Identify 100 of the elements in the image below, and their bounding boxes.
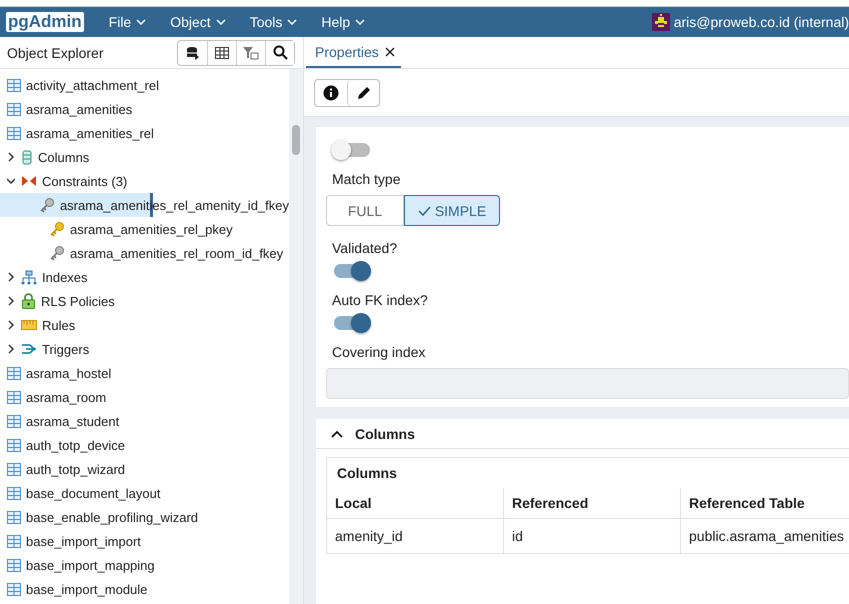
tree-item[interactable]: asrama_hostel [0, 361, 289, 385]
properties-tab[interactable]: Properties [306, 44, 401, 68]
tree-item-label: base_import_module [26, 582, 148, 596]
tree-item-label: activity_attachment_rel [26, 78, 159, 92]
tree-item[interactable]: base_document_layout [0, 481, 289, 505]
info-icon [323, 84, 339, 100]
toggle-switch[interactable] [334, 316, 370, 330]
toggle-switch[interactable] [334, 264, 370, 278]
table-cell: id [504, 519, 681, 553]
menu-item[interactable]: Tools [250, 14, 298, 30]
tree-item[interactable]: base_import_mapping [0, 553, 289, 577]
chevron-down-icon [136, 19, 146, 25]
tree-item-label: RLS Policies [41, 294, 115, 308]
tree-item-label: asrama_hostel [26, 366, 112, 380]
tree-item-label: asrama_amenities_rel_room_id_fkey [70, 246, 284, 260]
tree-item-label: base_enable_profiling_wizard [26, 510, 198, 524]
table-icon [7, 366, 21, 380]
segment-option[interactable]: SIMPLE [404, 195, 500, 226]
tree-item[interactable]: Rules [0, 313, 289, 337]
table-icon [7, 510, 21, 524]
toggle-switch[interactable] [334, 143, 370, 157]
expand-chevron-icon[interactable] [7, 296, 15, 306]
ruler-icon [21, 320, 37, 330]
table-cell-text: public.asrama_amenities [688, 527, 845, 546]
check-icon [418, 206, 431, 216]
close-icon[interactable] [384, 47, 395, 57]
table-icon [7, 414, 21, 428]
chevron-down-icon [216, 19, 226, 25]
key-icon [38, 197, 55, 213]
constraints-icon [21, 175, 37, 187]
tree-item[interactable]: base_import_module [0, 577, 289, 601]
tree-item-label: auth_totp_device [26, 438, 126, 452]
columns-icon [21, 150, 33, 164]
table-icon [7, 102, 21, 116]
key-icon [49, 221, 65, 237]
table-icon [7, 438, 21, 452]
table-icon [7, 390, 21, 404]
section-title: Columns [355, 426, 415, 442]
tree-item-label: asrama_student [26, 414, 120, 428]
chevron-down-icon [355, 19, 366, 25]
tree-item-label: auth_totp_wizard [26, 462, 126, 476]
expand-chevron-icon[interactable] [7, 344, 15, 354]
field-label: Validated? [332, 240, 398, 256]
table-icon [7, 558, 21, 572]
app-logo: pgAdmin [6, 12, 84, 32]
expand-chevron-icon[interactable] [7, 320, 15, 330]
tree-item-label: asrama_amenities_rel [26, 126, 154, 140]
tree-item-label: base_document_layout [26, 486, 160, 500]
tree-item[interactable]: base_import_import [0, 529, 289, 553]
tree-item-label: Triggers [42, 342, 90, 356]
tree-item[interactable]: auth_totp_device [0, 433, 289, 457]
column-header: Referenced Table [688, 494, 806, 513]
menu-item[interactable]: File [108, 14, 146, 30]
panel-title: Object Explorer [7, 44, 104, 60]
tree-item[interactable]: Columns [0, 145, 289, 169]
tree-item[interactable]: asrama_amenities_rel [0, 121, 289, 145]
menu-item[interactable]: Object [170, 14, 226, 30]
expand-chevron-icon[interactable] [7, 272, 15, 282]
user-label[interactable]: aris@proweb.co.id (internal) [674, 14, 849, 30]
avatar-icon [652, 13, 670, 31]
expand-chevron-icon[interactable] [7, 176, 15, 186]
segment-option[interactable]: FULL [326, 195, 404, 226]
tree-item-label: Rules [42, 318, 76, 332]
tree-item-label: asrama_amenities [26, 102, 132, 116]
tree-item-label: base_import_mapping [26, 558, 155, 572]
tree-item[interactable]: asrama_amenities [0, 97, 289, 121]
table-title: Columns [336, 464, 398, 483]
tree-item[interactable]: Constraints (3) [0, 169, 289, 193]
column-header: Referenced [504, 488, 681, 518]
tree-item-label: asrama_room [26, 390, 106, 404]
tree-item[interactable]: asrama_amenities_rel_pkey [0, 217, 289, 241]
tree-item[interactable]: Triggers [0, 337, 289, 361]
tree-item[interactable]: RLS Policies [0, 289, 289, 313]
collapse-chevron-icon[interactable] [331, 430, 343, 438]
field-label: Match type [332, 171, 402, 187]
tree-item[interactable]: asrama_room [0, 385, 289, 409]
tree-item[interactable]: base_enable_profiling_wizard [0, 505, 289, 529]
table-icon [7, 462, 21, 476]
tree-item-label: Indexes [42, 270, 88, 284]
search-icon[interactable] [265, 40, 294, 64]
hierarchy-icon [21, 270, 37, 284]
edit-button[interactable] [347, 80, 379, 106]
menu-item[interactable]: Help [321, 14, 366, 30]
table-icon [7, 486, 21, 500]
table-icon [7, 582, 21, 596]
scrollbar-thumb[interactable] [292, 125, 300, 155]
arrows-icon [21, 342, 37, 356]
tree-item-label: base_import_import [26, 534, 141, 548]
tree-item[interactable]: Indexes [0, 265, 289, 289]
field-label: Covering index [332, 344, 426, 360]
column-header: Local [327, 488, 504, 518]
tree-item[interactable]: activity_attachment_rel [0, 73, 289, 97]
expand-chevron-icon[interactable] [7, 152, 15, 162]
tree-item[interactable]: auth_totp_wizard [0, 457, 289, 481]
chevron-down-icon [287, 19, 298, 25]
field-label: Auto FK index? [332, 292, 429, 308]
tree-item[interactable]: asrama_amenities_rel_room_id_fkey [0, 241, 289, 265]
table-icon [7, 126, 21, 140]
tree-item[interactable]: asrama_student [0, 409, 289, 433]
tree-item-label: Columns [38, 150, 90, 164]
